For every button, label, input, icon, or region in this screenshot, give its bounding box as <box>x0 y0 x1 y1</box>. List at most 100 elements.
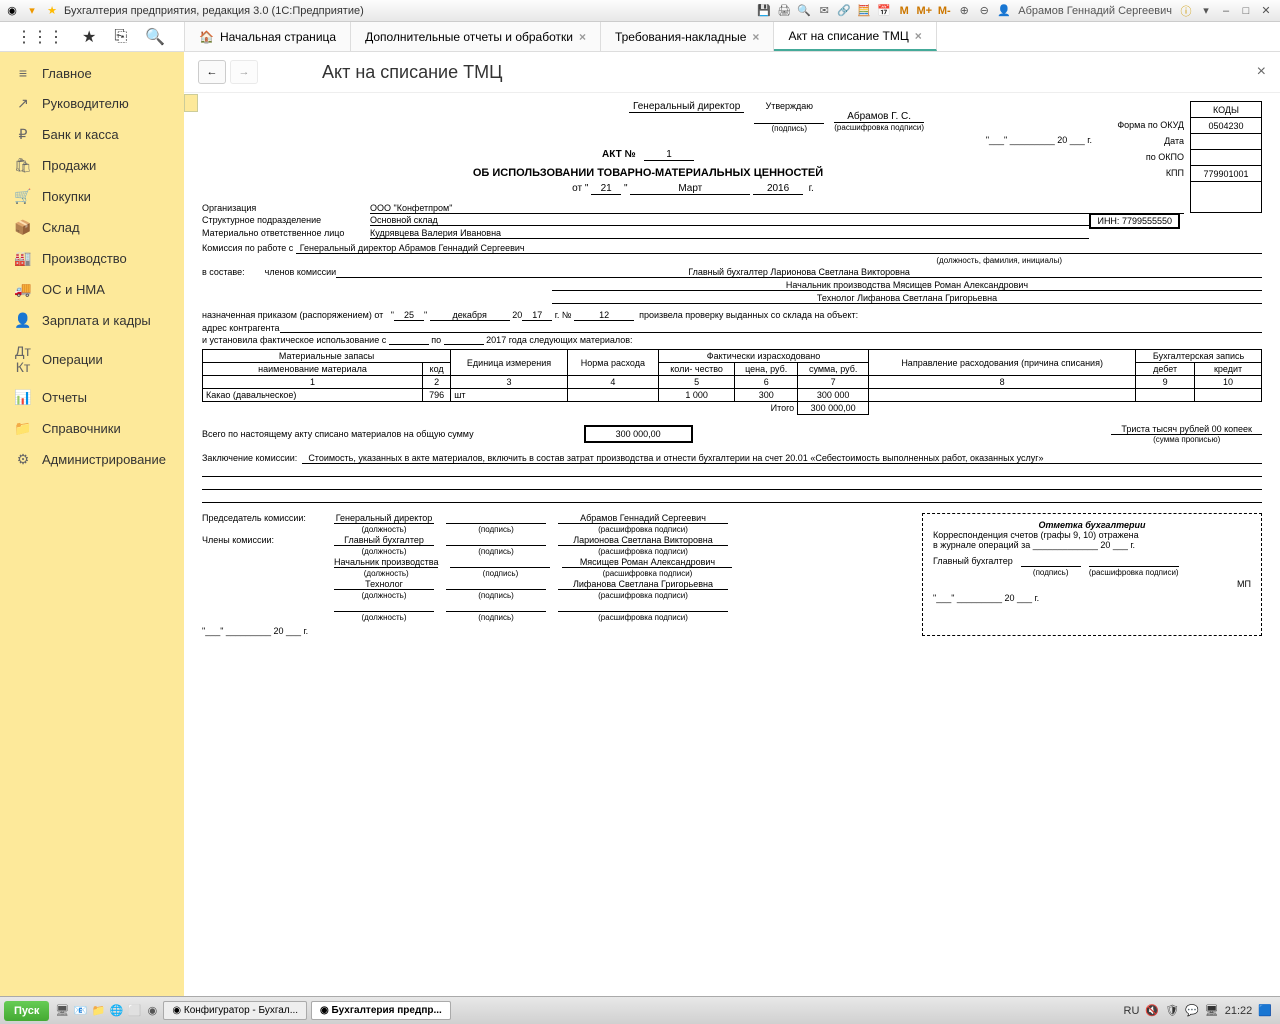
star-icon[interactable]: ★ <box>82 27 96 47</box>
bag-icon: 🛍 <box>14 157 32 174</box>
preview-icon[interactable]: 🔍 <box>795 2 813 20</box>
dropdown-icon[interactable]: ▾ <box>24 3 40 19</box>
sidebar-bank[interactable]: ₽Банк и касса <box>0 119 184 150</box>
sidebar-reports[interactable]: 📊Отчеты <box>0 382 184 413</box>
m-minus-icon[interactable]: M- <box>935 2 953 20</box>
close-icon[interactable]: × <box>915 29 922 43</box>
clipboard-icon[interactable]: ⎘ <box>114 28 127 46</box>
apps-icon[interactable]: ⋮⋮⋮ <box>16 27 64 47</box>
title-bar: ◉ ▾ ★ Бухгалтерия предприятия, редакция … <box>0 0 1280 22</box>
gear-icon: ⚙ <box>14 451 32 468</box>
sidebar-admin[interactable]: ⚙Администрирование <box>0 444 184 475</box>
page-title: Акт на списание ТМЦ <box>322 62 502 83</box>
materials-table: Материальные запасы Единица измерения Но… <box>202 349 1262 415</box>
zoom-in-icon[interactable]: ⊕ <box>955 2 973 20</box>
fav-icon[interactable]: ★ <box>44 3 60 19</box>
search-icon[interactable]: 🔍 <box>145 27 165 47</box>
taskbar-item-active[interactable]: ◉ Бухгалтерия предпр... <box>311 1001 451 1020</box>
act-no-label: АКТ № <box>602 149 636 160</box>
inn-box: ИНН: 7799555550 <box>1089 213 1180 229</box>
tab-act[interactable]: Акт на списание ТМЦ× <box>774 22 936 51</box>
folder-icon: 📁 <box>14 420 32 437</box>
close-icon[interactable]: × <box>579 30 586 44</box>
ops-icon: Дт Кт <box>14 343 32 375</box>
sidebar: ≡Главное ↗Руководителю ₽Банк и касса 🛍Пр… <box>0 52 184 996</box>
document-body[interactable]: КОДЫ 0504230 779901001 Форма по ОКУД Дат… <box>184 93 1280 991</box>
lang-indicator[interactable]: RU <box>1124 1005 1140 1017</box>
forward-button[interactable]: → <box>230 60 258 84</box>
report-icon: 📊 <box>14 389 32 406</box>
sidebar-sales[interactable]: 🛍Продажи <box>0 150 184 181</box>
m-plus-icon[interactable]: M+ <box>915 2 933 20</box>
back-button[interactable]: ← <box>198 60 226 84</box>
signatures: Председатель комиссии: Генеральный дирек… <box>202 513 882 636</box>
top-toolbar: ⋮⋮⋮ ★ ⎘ 🔍 🔔 🏠Начальная страница Дополнит… <box>0 22 1280 52</box>
truck-icon: 🚚 <box>14 281 32 298</box>
person-icon: 👤 <box>14 312 32 329</box>
zoom-out-icon[interactable]: ⊖ <box>975 2 993 20</box>
tray-icon[interactable]: 🖥 <box>1205 1004 1219 1017</box>
tab-req[interactable]: Требования-накладные× <box>601 22 774 51</box>
table-row: Какао (давальческое)796шт 1 000300300 00… <box>203 389 1262 402</box>
sidebar-refs[interactable]: 📁Справочники <box>0 413 184 444</box>
sidebar-ops[interactable]: Дт КтОперации <box>0 336 184 382</box>
ql-icon[interactable]: 📁 <box>89 1004 107 1017</box>
tray-icon[interactable]: 🔇 <box>1145 1004 1159 1017</box>
ql-icon[interactable]: ◉ <box>143 1004 161 1017</box>
link-icon[interactable]: 🔗 <box>835 2 853 20</box>
ql-icon[interactable]: 📧 <box>71 1004 89 1017</box>
ql-icon[interactable]: ⬜ <box>125 1004 143 1017</box>
menu-icon: ≡ <box>14 65 32 81</box>
minimize-icon[interactable]: – <box>1217 2 1235 20</box>
tab-home[interactable]: 🏠Начальная страница <box>184 22 351 51</box>
sidebar-salary[interactable]: 👤Зарплата и кадры <box>0 305 184 336</box>
sidebar-os[interactable]: 🚚ОС и НМА <box>0 274 184 305</box>
sidebar-stock[interactable]: 📦Склад <box>0 212 184 243</box>
ql-icon[interactable]: 🌐 <box>107 1004 125 1017</box>
sidebar-purch[interactable]: 🛒Покупки <box>0 181 184 212</box>
calc-icon[interactable]: 🧮 <box>855 2 873 20</box>
send-icon[interactable]: ✉ <box>815 2 833 20</box>
tab-marker <box>184 94 198 112</box>
act-date: от " 21 " Март 2016 г. <box>202 183 1262 195</box>
user-name[interactable]: Абрамов Геннадий Сергеевич <box>1014 5 1176 17</box>
clock[interactable]: 21:22 <box>1225 1005 1253 1017</box>
maximize-icon[interactable]: □ <box>1237 2 1255 20</box>
close-icon[interactable]: × <box>752 30 759 44</box>
cal-icon[interactable]: 📅 <box>875 2 893 20</box>
sidebar-manager[interactable]: ↗Руководителю <box>0 88 184 119</box>
taskbar: Пуск 🖥 📧 📁 🌐 ⬜ ◉ ◉ Конфигуратор - Бухгал… <box>0 996 1280 1024</box>
start-button[interactable]: Пуск <box>4 1001 49 1021</box>
total-amount: 300 000,00 <box>584 425 693 443</box>
taskbar-item[interactable]: ◉ Конфигуратор - Бухгал... <box>163 1001 307 1020</box>
tray-icon[interactable]: 🛡 <box>1165 1004 1179 1017</box>
home-icon: 🏠 <box>199 30 214 44</box>
codes-labels: Форма по ОКУД Дата по ОКПО КПП <box>1094 101 1184 181</box>
tray-icon[interactable]: 💬 <box>1185 1004 1199 1017</box>
ql-icon[interactable]: 🖥 <box>53 1004 71 1017</box>
box-icon: 📦 <box>14 219 32 236</box>
print-icon[interactable]: 🖨 <box>775 2 793 20</box>
close-window-icon[interactable]: ✕ <box>1257 2 1275 20</box>
sidebar-main[interactable]: ≡Главное <box>0 58 184 88</box>
tray-icon[interactable]: 🟦 <box>1258 1004 1272 1017</box>
content: ← → Акт на списание ТМЦ × КОДЫ 0504230 7… <box>184 52 1280 996</box>
dropdown2-icon[interactable]: ▾ <box>1197 2 1215 20</box>
tab-reports[interactable]: Дополнительные отчеты и обработки× <box>351 22 601 51</box>
user-icon: 👤 <box>995 2 1013 20</box>
close-page-icon[interactable]: × <box>1257 63 1266 81</box>
m-icon[interactable]: M <box>895 2 913 20</box>
chart-icon: ↗ <box>14 95 32 112</box>
app-title: Бухгалтерия предприятия, редакция 3.0 (1… <box>64 5 364 17</box>
app-icon: ◉ <box>4 3 20 19</box>
act-number: 1 <box>644 149 694 161</box>
info-icon[interactable]: ⓘ <box>1177 2 1195 20</box>
save-icon[interactable]: 💾 <box>755 2 773 20</box>
factory-icon: 🏭 <box>14 250 32 267</box>
total-text: Всего по настоящему акту списано материа… <box>202 429 474 439</box>
sidebar-prod[interactable]: 🏭Производство <box>0 243 184 274</box>
ruble-icon: ₽ <box>14 126 32 143</box>
cart-icon: 🛒 <box>14 188 32 205</box>
codes-box: КОДЫ 0504230 779901001 <box>1190 101 1262 213</box>
accounting-note: Отметка бухгалтерии Корреспонденция счет… <box>922 513 1262 636</box>
